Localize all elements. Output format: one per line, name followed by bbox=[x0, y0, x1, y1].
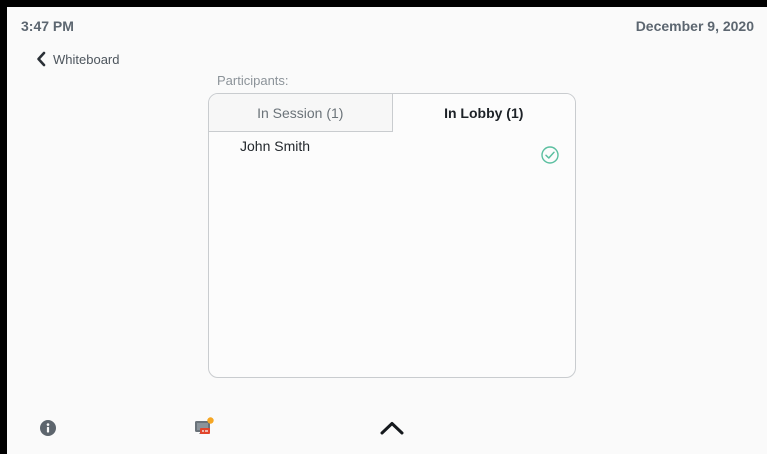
back-label: Whiteboard bbox=[53, 51, 120, 67]
status-time: 3:47 PM bbox=[21, 18, 74, 34]
check-circle-icon[interactable] bbox=[541, 146, 559, 164]
tab-in-session[interactable]: In Session (1) bbox=[209, 94, 393, 132]
back-button[interactable]: Whiteboard bbox=[36, 51, 119, 67]
chevron-left-icon bbox=[36, 51, 46, 67]
content-share-icon[interactable] bbox=[193, 416, 215, 438]
bottom-bar bbox=[7, 404, 767, 454]
participants-label: Participants: bbox=[217, 73, 289, 88]
info-icon[interactable] bbox=[40, 420, 56, 436]
tab-in-lobby[interactable]: In Lobby (1) bbox=[392, 94, 575, 132]
screen: 3:47 PM December 9, 2020 Whiteboard Part… bbox=[7, 7, 767, 454]
chevron-up-icon[interactable] bbox=[379, 420, 405, 436]
status-date: December 9, 2020 bbox=[635, 18, 754, 34]
participant-name: John Smith bbox=[240, 138, 311, 154]
participants-tabs: In Session (1) In Lobby (1) bbox=[209, 94, 575, 132]
participants-panel: In Session (1) In Lobby (1) John Smith bbox=[208, 93, 576, 378]
list-item: John Smith bbox=[209, 132, 575, 168]
